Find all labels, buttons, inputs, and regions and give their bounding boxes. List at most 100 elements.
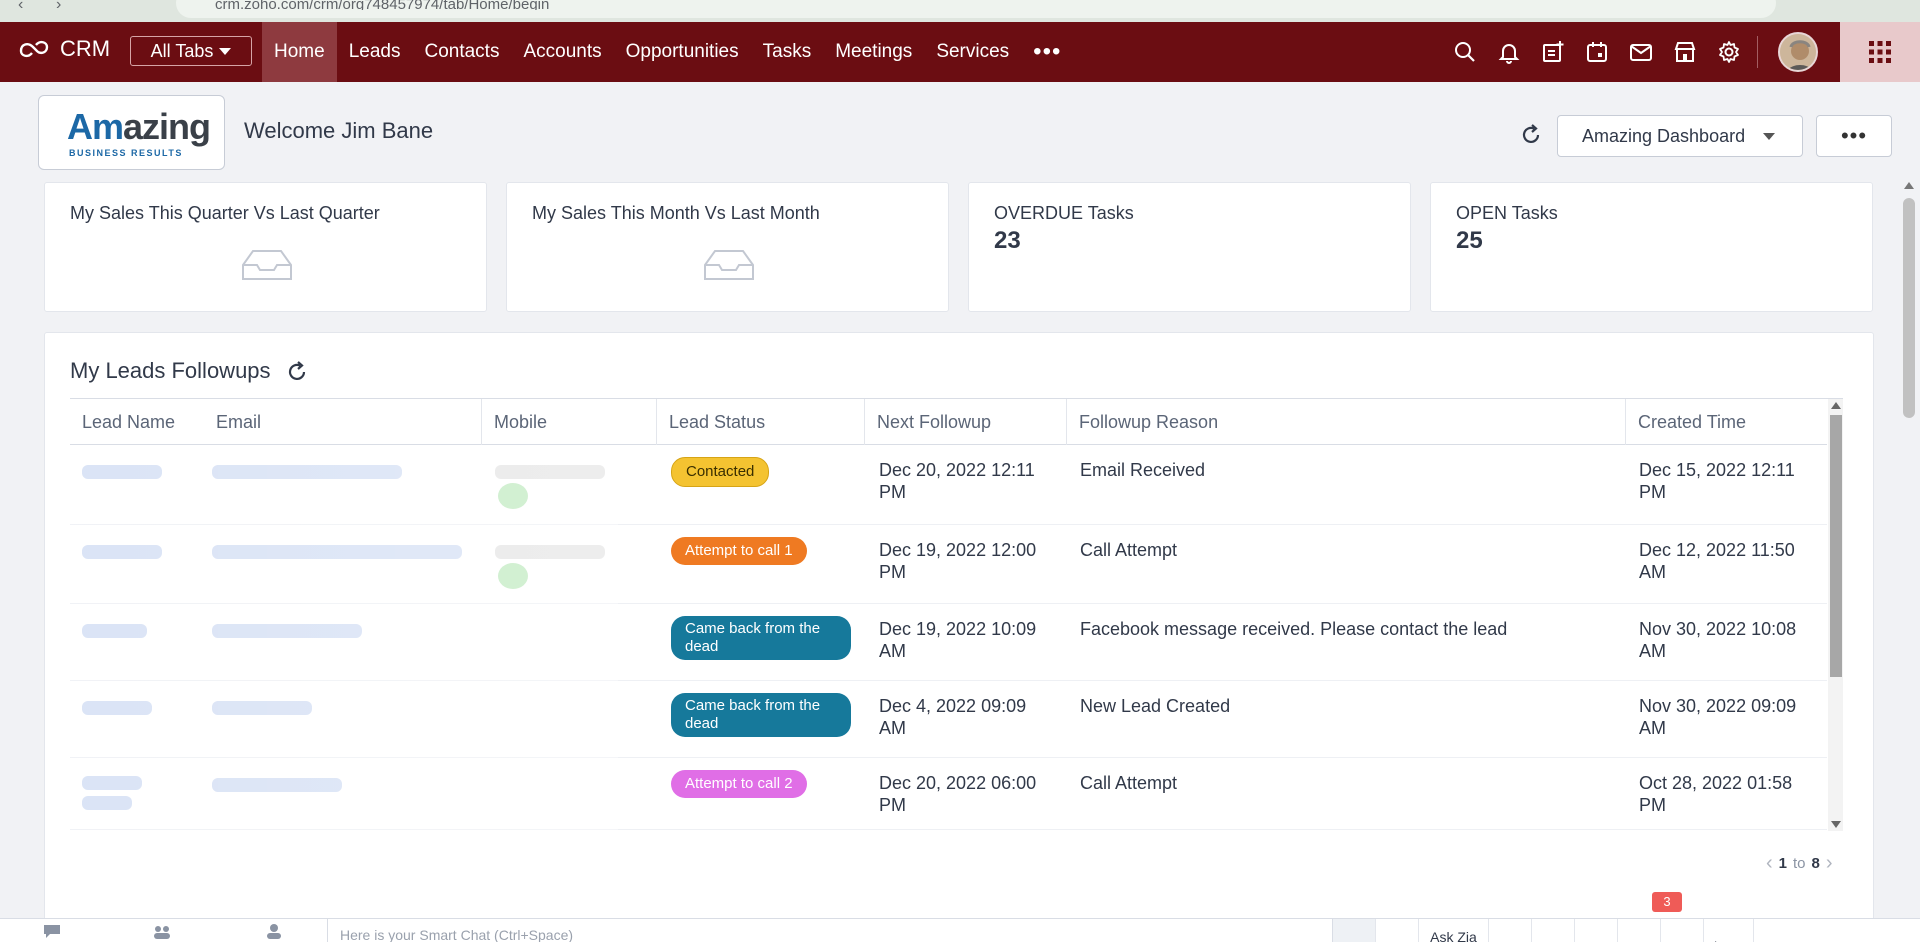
smart-chat-input[interactable]: Here is your Smart Chat (Ctrl+Space) [327, 919, 1333, 942]
history-icon[interactable] [1661, 919, 1704, 942]
tab-leads[interactable]: Leads [337, 22, 413, 82]
status-badge: Attempt to call 1 [671, 537, 807, 565]
next-followup: Dec 4, 2022 09:09 AM [879, 696, 1027, 738]
forward-icon[interactable]: › [56, 0, 61, 14]
more-tabs-button[interactable]: ••• [1021, 22, 1073, 82]
brand-label: CRM [60, 36, 111, 61]
ask-zia-button[interactable]: Ask Zia [1419, 919, 1489, 942]
followup-reason: Call Attempt [1080, 773, 1178, 793]
next-followup: Dec 20, 2022 12:11 PM [879, 460, 1035, 502]
refresh-icon[interactable] [285, 360, 309, 384]
calendar-icon[interactable] [1584, 39, 1610, 65]
kpi-card-quarter-sales[interactable]: My Sales This Quarter Vs Last Quarter [44, 182, 487, 312]
column-header-email[interactable]: Email [204, 399, 261, 445]
followup-reason: Call Attempt [1080, 540, 1178, 560]
privacy-blur-overlay [70, 446, 618, 830]
bell-icon[interactable] [1496, 39, 1522, 65]
zia-icon[interactable] [1575, 919, 1618, 942]
next-followup: Dec 20, 2022 06:00 PM [879, 773, 1037, 815]
tab-services[interactable]: Services [924, 22, 1021, 82]
store-icon[interactable] [1672, 39, 1698, 65]
table-scrollbar[interactable] [1828, 399, 1843, 831]
dashboard-name: Amazing Dashboard [1582, 125, 1746, 146]
created-time: Dec 15, 2022 12:11 PM [1639, 460, 1795, 502]
page-scrollbar[interactable] [1900, 182, 1918, 928]
url-text[interactable]: crm.zoho.com/crm/org748457974/tab/Home/b… [215, 0, 549, 10]
channels-icon[interactable] [152, 923, 172, 939]
kpi-card-open-tasks[interactable]: OPEN Tasks 25 [1430, 182, 1873, 312]
scrollbar-thumb[interactable] [1830, 415, 1842, 677]
tab-contacts[interactable]: Contacts [412, 22, 511, 82]
followup-reason: Facebook message received. Please contac… [1080, 619, 1508, 639]
page-to: 8 [1811, 855, 1820, 872]
pagination: ‹ 1 to 8 › [1766, 852, 1833, 875]
utility-icons [1452, 22, 1742, 82]
card-title: My Sales This Quarter Vs Last Quarter [70, 203, 380, 223]
dock-icon[interactable] [1333, 919, 1376, 942]
dashboard-more-button[interactable]: ••• [1816, 115, 1892, 157]
tab-home[interactable]: Home [262, 22, 337, 82]
prev-page-icon[interactable]: ‹ [1766, 852, 1773, 875]
tab-accounts[interactable]: Accounts [511, 22, 613, 82]
back-icon[interactable]: ‹ [18, 0, 23, 14]
status-badge: Came back from the dead [671, 693, 851, 737]
announcement-icon[interactable] [1376, 919, 1419, 942]
status-badge: Came back from the dead [671, 616, 851, 660]
kpi-card-month-sales[interactable]: My Sales This Month Vs Last Month [506, 182, 949, 312]
chat-icon[interactable] [42, 923, 62, 939]
all-tabs-label: All Tabs [150, 40, 214, 61]
app-launcher-button[interactable] [1840, 22, 1920, 82]
refresh-dashboard-icon[interactable] [1518, 122, 1544, 148]
gear-icon[interactable] [1716, 39, 1742, 65]
column-header-followup-reason[interactable]: Followup Reason [1066, 399, 1218, 445]
next-page-icon[interactable]: › [1826, 852, 1833, 875]
scrollbar-thumb[interactable] [1903, 198, 1915, 418]
created-time: Oct 28, 2022 01:58 PM [1639, 773, 1793, 815]
followup-reason: Email Received [1080, 460, 1206, 480]
avatar[interactable] [1778, 32, 1818, 72]
search-icon[interactable] [1452, 39, 1478, 65]
scroll-up-icon[interactable] [1904, 182, 1914, 189]
column-header-mobile[interactable]: Mobile [481, 399, 547, 445]
tab-opportunities[interactable]: Opportunities [614, 22, 751, 82]
created-time: Dec 12, 2022 11:50 AM [1639, 540, 1795, 582]
notification-count-badge: 3 [1652, 892, 1682, 912]
dashboard-selector[interactable]: Amazing Dashboard [1557, 115, 1803, 157]
card-value: 25 [1456, 227, 1483, 254]
caret-down-icon [219, 47, 232, 55]
column-header-created-time[interactable]: Created Time [1625, 399, 1746, 445]
crm-brand[interactable]: CRM [18, 36, 110, 62]
flow-icon[interactable] [1532, 919, 1575, 942]
status-badge: Contacted [671, 457, 770, 487]
signal-icon[interactable] [1489, 919, 1532, 942]
empty-inbox-icon [242, 250, 292, 280]
caret-down-icon [1763, 132, 1776, 140]
crm-logo-icon [19, 40, 49, 58]
status-badge: Attempt to call 2 [671, 770, 807, 798]
column-header-lead-name[interactable]: Lead Name [70, 399, 175, 445]
column-header-lead-status[interactable]: Lead Status [656, 399, 765, 445]
followups-table: Lead Name Email Mobile Lead Status Next … [70, 398, 1843, 831]
bottom-tools: Ask Zia Phone [1333, 919, 1754, 942]
all-tabs-button[interactable]: All Tabs [130, 36, 252, 66]
page-to-word: to [1793, 855, 1806, 872]
card-title: OPEN Tasks [1456, 203, 1558, 223]
mail-icon[interactable] [1628, 39, 1654, 65]
kpi-card-overdue-tasks[interactable]: OVERDUE Tasks 23 [968, 182, 1411, 312]
phone-button[interactable]: Phone [1704, 919, 1754, 942]
contacts-icon[interactable] [264, 923, 284, 939]
next-followup: Dec 19, 2022 10:09 AM [879, 619, 1037, 661]
card-value: 23 [994, 227, 1021, 254]
add-note-icon[interactable] [1540, 39, 1566, 65]
grid-icon [1869, 41, 1891, 63]
column-header-next-followup[interactable]: Next Followup [864, 399, 991, 445]
tab-meetings[interactable]: Meetings [823, 22, 924, 82]
alarm-icon[interactable] [1618, 919, 1661, 942]
logo-tagline: BUSINESS RESULTS [69, 148, 183, 158]
nav-divider [1757, 36, 1758, 68]
browser-toolbar: ‹ › crm.zoho.com/crm/org748457974/tab/Ho… [0, 0, 1920, 22]
tab-tasks[interactable]: Tasks [751, 22, 824, 82]
panel-title: My Leads Followups [70, 358, 271, 383]
scroll-up-icon[interactable] [1831, 402, 1841, 409]
scroll-down-icon[interactable] [1831, 821, 1841, 828]
